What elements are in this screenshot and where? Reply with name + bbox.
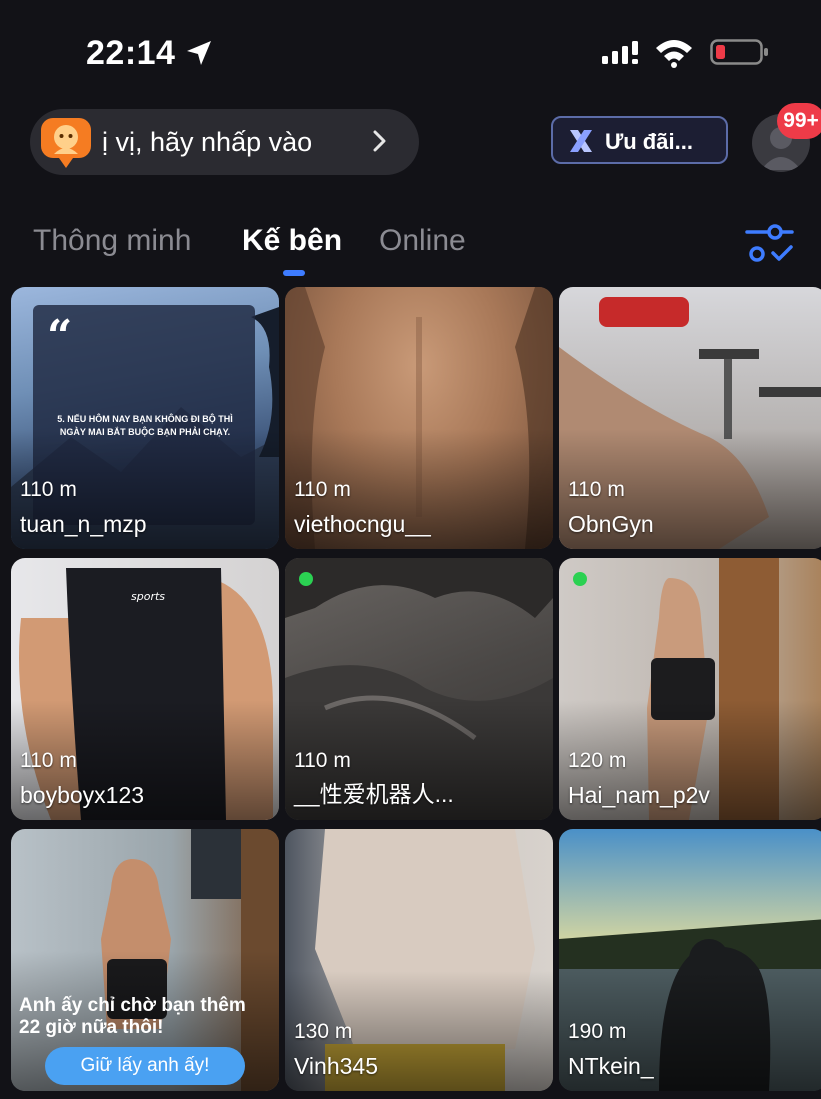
tab-indicator: [283, 270, 305, 276]
user-distance: 190 m: [568, 1020, 627, 1043]
user-distance: 110 m: [20, 478, 77, 501]
notification-badge: 99+: [777, 103, 821, 139]
user-distance: 110 m: [294, 478, 351, 501]
chat-avatar-icon: [41, 118, 91, 168]
user-distance: 130 m: [294, 1020, 353, 1043]
user-name: Hai_nam_p2v: [568, 782, 710, 808]
user-distance: 120 m: [568, 749, 627, 772]
user-name: tuan_n_mzp: [20, 511, 147, 537]
battery-low-icon: [710, 39, 768, 65]
user-name: NTkein_: [568, 1053, 654, 1079]
promo-banner[interactable]: ị vị, hãy nhấp vào: [30, 109, 419, 175]
user-card[interactable]: sports 110 m boyboyx123: [11, 558, 279, 820]
quote-mark-icon: “: [47, 311, 73, 362]
user-distance: 110 m: [294, 749, 351, 772]
tab-nearby[interactable]: Kế bên: [242, 224, 342, 258]
user-distance: 110 m: [568, 478, 625, 501]
online-indicator: [573, 572, 587, 586]
user-card[interactable]: 110 m viethocngu__: [285, 287, 553, 549]
keep-him-button[interactable]: Giữ lấy anh ấy!: [45, 1047, 245, 1085]
tab-online[interactable]: Online: [379, 224, 466, 258]
cta-message: Anh ấy chỉ chờ bạn thêm 22 giờ nữa thôi!: [19, 995, 246, 1038]
location-arrow-icon: [187, 41, 211, 65]
user-name: ObnGyn: [568, 511, 654, 537]
user-name: __性爱机器人...: [294, 781, 454, 807]
user-card[interactable]: 120 m Hai_nam_p2v: [559, 558, 821, 820]
filter-settings-icon[interactable]: [744, 218, 796, 266]
user-card[interactable]: “ 5. NẾU HÔM NAY BẠN KHÔNG ĐI BỘ THÌ NGÀ…: [11, 287, 279, 549]
user-name: Vinh345: [294, 1053, 378, 1079]
online-indicator: [299, 572, 313, 586]
offer-label: Ưu đãi...: [605, 129, 693, 154]
wifi-icon: [656, 40, 692, 68]
offer-button[interactable]: Ưu đãi...: [551, 116, 728, 164]
user-distance: 110 m: [20, 749, 77, 772]
status-bar: 22:14: [0, 0, 821, 100]
tab-smart[interactable]: Thông minh: [33, 224, 191, 258]
status-time: 22:14: [86, 34, 176, 72]
promo-text: ị vị, hãy nhấp vào: [102, 127, 313, 157]
user-card[interactable]: 110 m __性爱机器人...: [285, 558, 553, 820]
user-card-promo[interactable]: Anh ấy chỉ chờ bạn thêm 22 giờ nữa thôi!…: [11, 829, 279, 1091]
svg-text:sports: sports: [131, 590, 165, 603]
user-card[interactable]: 110 m ObnGyn: [559, 287, 821, 549]
cellular-signal-icon: [602, 41, 638, 64]
user-name: viethocngu__: [294, 511, 431, 537]
user-card[interactable]: 130 m Vinh345: [285, 829, 553, 1091]
user-card[interactable]: 190 m NTkein_: [559, 829, 821, 1091]
x-logo-icon: [570, 130, 592, 152]
chevron-right-icon[interactable]: [370, 124, 390, 158]
user-name: boyboyx123: [20, 782, 145, 808]
